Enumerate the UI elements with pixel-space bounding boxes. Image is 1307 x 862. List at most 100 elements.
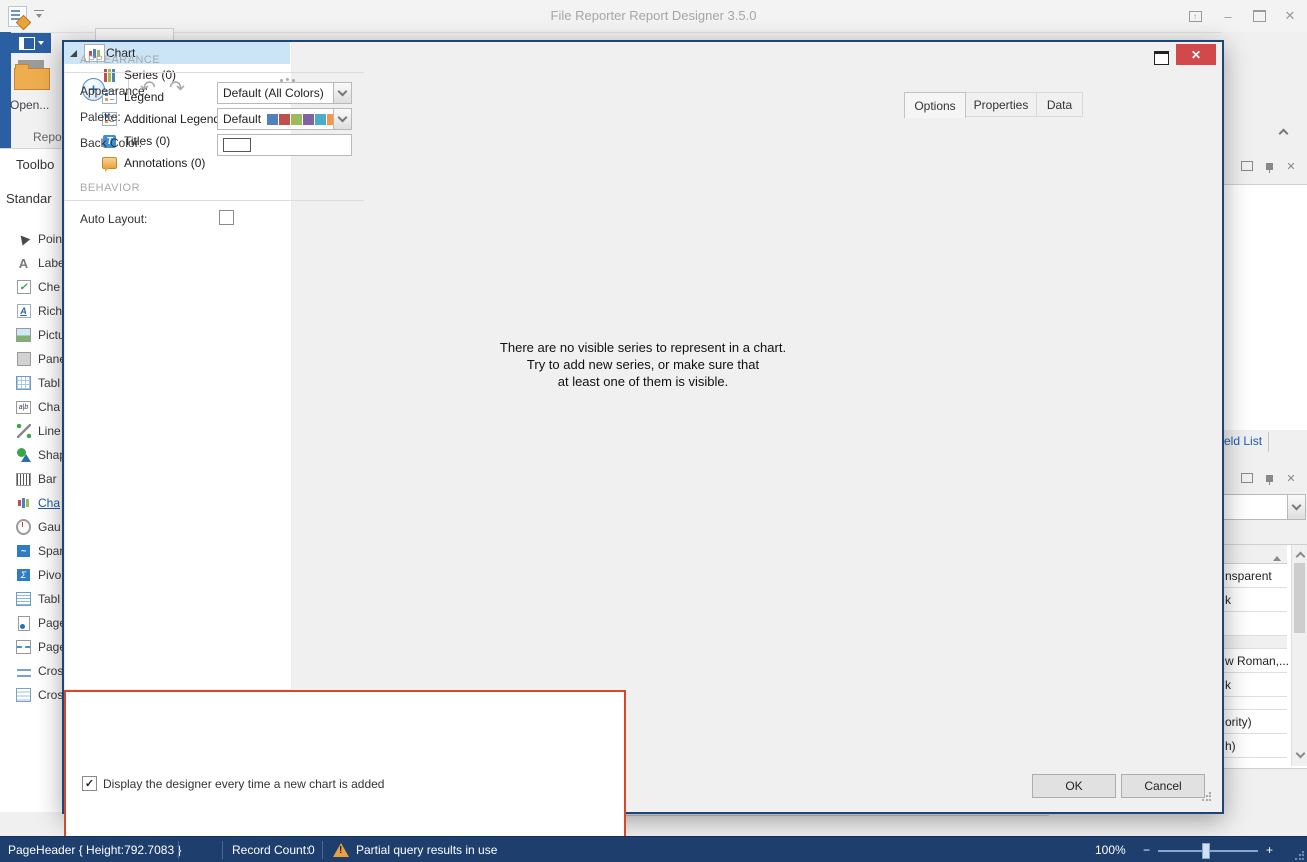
tab-options[interactable]: Options — [904, 92, 966, 118]
zoom-out-button[interactable]: − — [1143, 843, 1150, 857]
float-panel-icon[interactable] — [1240, 160, 1254, 172]
appearance-label: Appearance: — [80, 84, 148, 98]
section-appearance: APPEARANCE — [80, 54, 160, 66]
resize-grip[interactable] — [1202, 792, 1211, 801]
sort-ascending-icon — [1273, 552, 1281, 561]
grid-row[interactable] — [1223, 697, 1287, 710]
application-menu-button[interactable] — [11, 33, 51, 53]
maximize-icon — [1253, 10, 1266, 22]
toolbox-item-gauge[interactable]: Gau — [0, 515, 66, 539]
close-panel-icon[interactable]: ✕ — [1284, 472, 1298, 484]
grid-row[interactable]: h) — [1223, 734, 1287, 758]
maximize-button[interactable] — [1247, 6, 1271, 26]
toolbox-item-barcode[interactable]: Bar — [0, 467, 66, 491]
toolbox-item-pivotgrid[interactable]: ΣPivo — [0, 563, 66, 587]
float-panel-icon[interactable] — [1240, 472, 1254, 484]
ribbon-group-label: Repo — [33, 130, 62, 144]
grid-row[interactable] — [1223, 612, 1287, 636]
toolbox-item-chart[interactable]: Cha — [0, 491, 66, 515]
show-designer-option[interactable]: ✓ Display the designer every time a new … — [82, 776, 384, 791]
panel-caption-buttons: ✕ — [1240, 160, 1298, 172]
toolbox-item-tableofcontents[interactable]: Tabl — [0, 587, 66, 611]
open-folder-icon — [14, 60, 50, 90]
grid-row[interactable]: w Roman,... — [1223, 649, 1287, 673]
grid-row[interactable]: ority) — [1223, 710, 1287, 734]
chevron-up-icon[interactable] — [1280, 126, 1287, 140]
ok-button[interactable]: OK — [1032, 774, 1116, 798]
cancel-button[interactable]: Cancel — [1121, 774, 1205, 798]
section-divider — [64, 72, 364, 73]
warning-text: Partial query results in use — [356, 843, 497, 857]
minimize-button[interactable]: – — [1216, 6, 1240, 26]
ribbon-toggle-button[interactable]: ↑ — [1183, 6, 1207, 26]
scroll-up-icon[interactable] — [1297, 549, 1304, 563]
window-resize-grip[interactable] — [1295, 851, 1304, 860]
chevron-down-icon[interactable] — [1287, 495, 1305, 519]
grid-row[interactable]: k — [1223, 673, 1287, 697]
page-info-icon — [16, 616, 31, 631]
toolbox-item-picturebox[interactable]: Pictu — [0, 323, 66, 347]
checked-checkbox[interactable]: ✓ — [82, 776, 97, 791]
cross-band-line-icon — [16, 664, 31, 679]
tab-field-list[interactable]: eld List — [1224, 434, 1262, 448]
window-titlebar: File Reporter Report Designer 3.5.0 ↑ – … — [0, 0, 1307, 33]
toolbox-item-pageinfo[interactable]: Page — [0, 611, 66, 635]
palette-dropdown[interactable]: Default — [217, 108, 352, 130]
zoom-slider-thumb[interactable] — [1202, 843, 1210, 859]
toolbox-item-label[interactable]: ALabe — [0, 251, 66, 275]
palette-color — [267, 114, 278, 125]
pin-icon[interactable] — [1262, 160, 1276, 172]
appearance-dropdown[interactable]: Default (All Colors) — [217, 82, 352, 104]
backcolor-picker[interactable] — [217, 134, 352, 156]
statusbar-separator — [322, 841, 323, 859]
toolbox-item-checkbox[interactable]: ✓Che — [0, 275, 66, 299]
dialog-close-button[interactable]: ✕ — [1176, 44, 1216, 65]
tree-expander-icon[interactable] — [70, 50, 77, 57]
palette-label: Palette: — [80, 110, 121, 124]
palette-color — [315, 114, 326, 125]
pin-icon[interactable] — [1262, 472, 1276, 484]
annotation-icon — [102, 156, 117, 170]
toolbox-item-shape[interactable]: Shap — [0, 443, 66, 467]
toolbox-item-crossbandline[interactable]: Cros — [0, 659, 66, 683]
ribbon-toggle-icon: ↑ — [1189, 11, 1202, 22]
statusbar-separator — [222, 841, 223, 859]
toolbox-item-richtext[interactable]: ARich — [0, 299, 66, 323]
toolbox-caption: Toolbo — [16, 157, 54, 172]
zoom-in-button[interactable]: + — [1266, 843, 1273, 857]
pivot-grid-icon: Σ — [16, 568, 31, 583]
open-button[interactable]: Open... — [10, 98, 49, 112]
toolbox-item-line[interactable]: Line — [0, 419, 66, 443]
grid-row[interactable]: nsparent — [1223, 564, 1287, 588]
series-icon — [102, 68, 117, 82]
toolbox-item-charactercomb[interactable]: a|bCha — [0, 395, 66, 419]
close-panel-icon[interactable]: ✕ — [1284, 160, 1298, 172]
autolayout-checkbox[interactable] — [219, 210, 234, 225]
toolbox-item-table[interactable]: Tabl — [0, 371, 66, 395]
grid-row[interactable]: k — [1223, 588, 1287, 612]
tab-properties[interactable]: Properties — [965, 92, 1037, 117]
toolbox-item-pointer[interactable]: Poin — [0, 227, 66, 251]
toolbox-category-standard[interactable]: Standar — [6, 191, 52, 206]
grid-header[interactable] — [1223, 545, 1287, 564]
chevron-down-icon[interactable] — [333, 83, 351, 103]
vertical-scrollbar[interactable] — [1291, 545, 1307, 766]
close-button[interactable]: ✕ — [1278, 6, 1302, 26]
toolbox-item-panel[interactable]: Pane — [0, 347, 66, 371]
grid-category-row — [1223, 636, 1287, 649]
chevron-down-icon[interactable] — [333, 109, 351, 129]
chevron-down-icon — [38, 41, 44, 48]
statusbar-separator — [178, 841, 179, 859]
toolbox-item-sparkline[interactable]: ~Spar — [0, 539, 66, 563]
band-info-text: PageHeader { Height:792.7083 } — [8, 843, 181, 857]
chart-icon — [16, 496, 31, 511]
tab-data[interactable]: Data — [1036, 92, 1083, 117]
ribbon-accent-strip — [0, 32, 11, 148]
right-dock-area: ✕ eld List ✕ nsparent k w Roman,... k or… — [1222, 32, 1307, 836]
property-dropdown[interactable] — [1222, 494, 1306, 520]
toolbox-item-crossbandbox[interactable]: Cros — [0, 683, 66, 707]
scroll-down-icon[interactable] — [1297, 746, 1304, 760]
dialog-maximize-button[interactable] — [1154, 51, 1169, 65]
scrollbar-thumb[interactable] — [1294, 563, 1305, 633]
toolbox-item-pagebreak[interactable]: Page — [0, 635, 66, 659]
